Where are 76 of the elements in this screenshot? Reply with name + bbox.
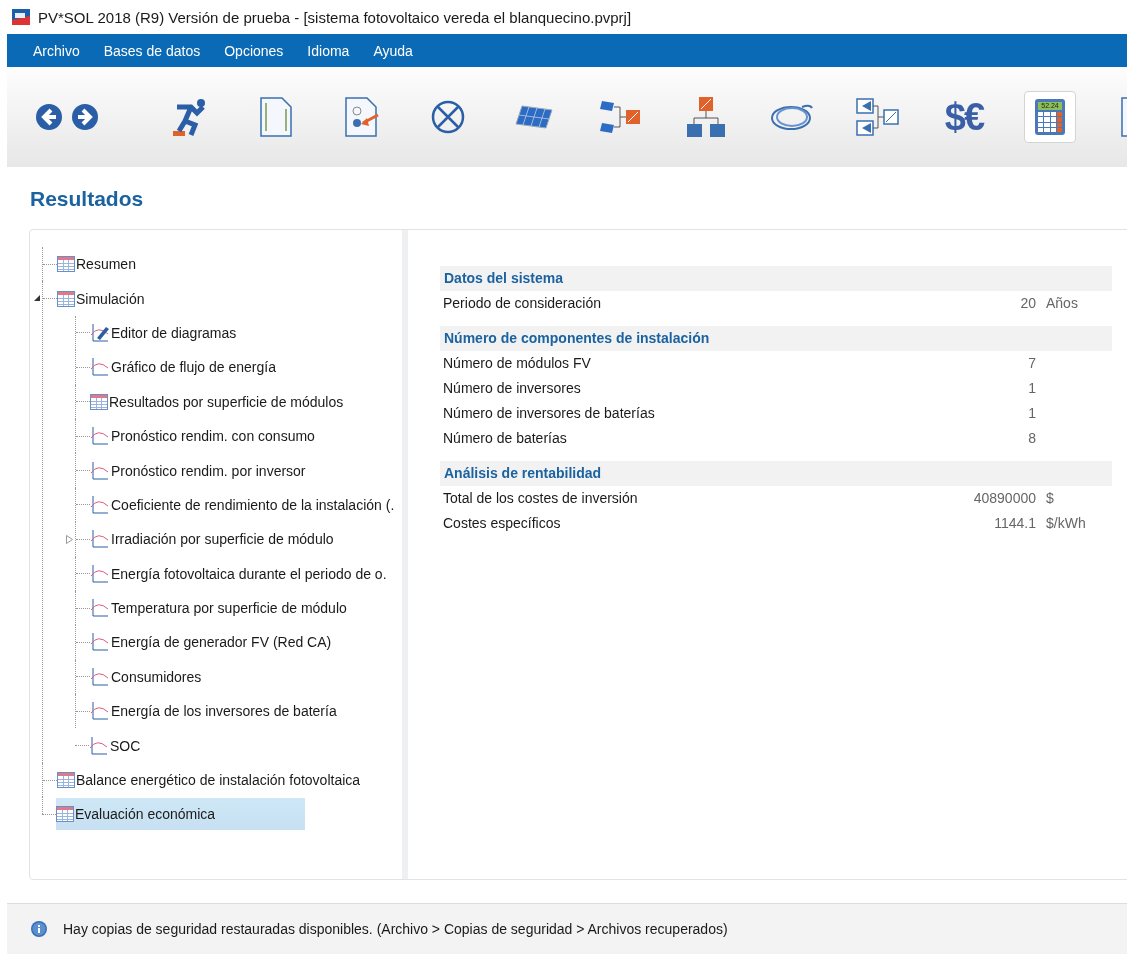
inverter-battery-icon: [686, 96, 726, 138]
cable-icon: [770, 102, 814, 132]
table-icon: [56, 806, 74, 823]
chart-icon: [90, 666, 110, 687]
field-label: Total de los costes de inversión: [443, 489, 639, 508]
menu-item[interactable]: Archivo: [33, 42, 80, 59]
chart-edit-icon: [90, 322, 110, 343]
tree-item[interactable]: Simulación: [57, 282, 149, 315]
cross-circle-icon: [431, 100, 465, 134]
field-unit: Años: [1045, 294, 1079, 313]
tree-item[interactable]: Energía de generador FV (Red CA): [90, 626, 336, 659]
tree-item[interactable]: Energía fotovoltaica durante el periodo de o.: [90, 557, 391, 590]
tree-item[interactable]: Energía de los inversores de batería: [90, 695, 341, 728]
menu-item[interactable]: Bases de datos: [103, 42, 201, 59]
tree-item[interactable]: Pronóstico rendim. con consumo: [90, 420, 319, 453]
chart-icon: [90, 494, 110, 515]
tree-item[interactable]: Resumen: [57, 248, 140, 281]
tree-item[interactable]: Evaluación económica: [56, 798, 306, 831]
tree-item[interactable]: Temperatura por superficie de módulo: [90, 592, 351, 625]
currency-button[interactable]: $€: [938, 91, 990, 143]
section-header: Análisis de rentabilidad: [440, 461, 1112, 486]
back-icon: [35, 103, 63, 131]
field-value: 7: [1027, 354, 1036, 373]
field-value: 1: [1027, 379, 1036, 398]
field-unit: $/kWh: [1045, 514, 1087, 533]
chart-icon: [90, 563, 110, 584]
status-message: Hay copias de seguridad restauradas disponibles. (Archivo > Copias de seguridad > Archivos recuperados): [63, 921, 728, 937]
chart-icon: [90, 460, 110, 481]
field-value: 1: [1027, 404, 1036, 423]
menu-item[interactable]: Ayuda: [373, 42, 413, 59]
chart-icon: [90, 632, 110, 653]
field-label: Número de módulos FV: [443, 354, 592, 373]
field-value: 1144.1: [993, 514, 1036, 533]
tree-item[interactable]: Resultados por superficie de módulos: [90, 385, 348, 418]
tree-item[interactable]: Balance energético de instalación fotovoltaica: [57, 764, 365, 797]
app-logo-icon: [12, 9, 30, 25]
field-value: 20: [1019, 294, 1036, 313]
field-value: 40890000: [972, 489, 1036, 508]
menu-item[interactable]: Opciones: [224, 42, 284, 59]
collapse-arrow-icon[interactable]: [33, 294, 41, 303]
tree-item[interactable]: Irradiación por superficie de módulo: [90, 523, 338, 556]
field-label: Costes específicos: [443, 514, 562, 533]
expand-arrow-icon[interactable]: [66, 535, 73, 545]
page-arrow-icon: [345, 97, 379, 137]
table-icon: [90, 393, 108, 410]
field-unit: $: [1045, 489, 1055, 508]
info-icon: [30, 920, 48, 938]
forward-icon: [71, 103, 99, 131]
field-label: Número de baterías: [443, 429, 568, 448]
section-header: Datos del sistema: [440, 266, 1112, 291]
table-icon: [57, 256, 75, 273]
tree-item[interactable]: Gráfico de flujo de energía: [90, 351, 280, 384]
window-title: PV*SOL 2018 (R9) Versión de prueba - [sistema fotovoltaico vereda el blanquecino.pvprj]: [38, 8, 632, 26]
table-icon: [57, 290, 75, 307]
field-label: Periodo de consideración: [443, 294, 602, 313]
tree-item[interactable]: Consumidores: [90, 660, 206, 693]
tree-item[interactable]: Editor de diagramas: [90, 316, 241, 349]
inverter-pair-icon: [856, 97, 900, 137]
chart-icon: [90, 426, 110, 447]
solar-panel-icon: [514, 104, 554, 130]
tree-item[interactable]: SOC: [89, 729, 145, 762]
page-icon: [260, 97, 292, 137]
chart-icon: [90, 529, 110, 550]
chart-icon: [89, 735, 109, 756]
page-title: Resultados: [29, 186, 145, 212]
field-value: 8: [1027, 429, 1036, 448]
section-header: Número de componentes de instalación: [440, 326, 1112, 351]
menu-item[interactable]: Idioma: [307, 42, 350, 59]
chart-icon: [90, 701, 110, 722]
field-label: Número de inversores de baterías: [443, 404, 656, 423]
chart-icon: [90, 598, 110, 619]
tree-item[interactable]: Coeficiente de rendimiento de la instalación (.: [90, 488, 399, 521]
table-icon: [57, 772, 75, 789]
tree-item[interactable]: Pronóstico rendim. por inversor: [90, 454, 310, 487]
field-label: Número de inversores: [443, 379, 582, 398]
chart-icon: [90, 357, 110, 378]
